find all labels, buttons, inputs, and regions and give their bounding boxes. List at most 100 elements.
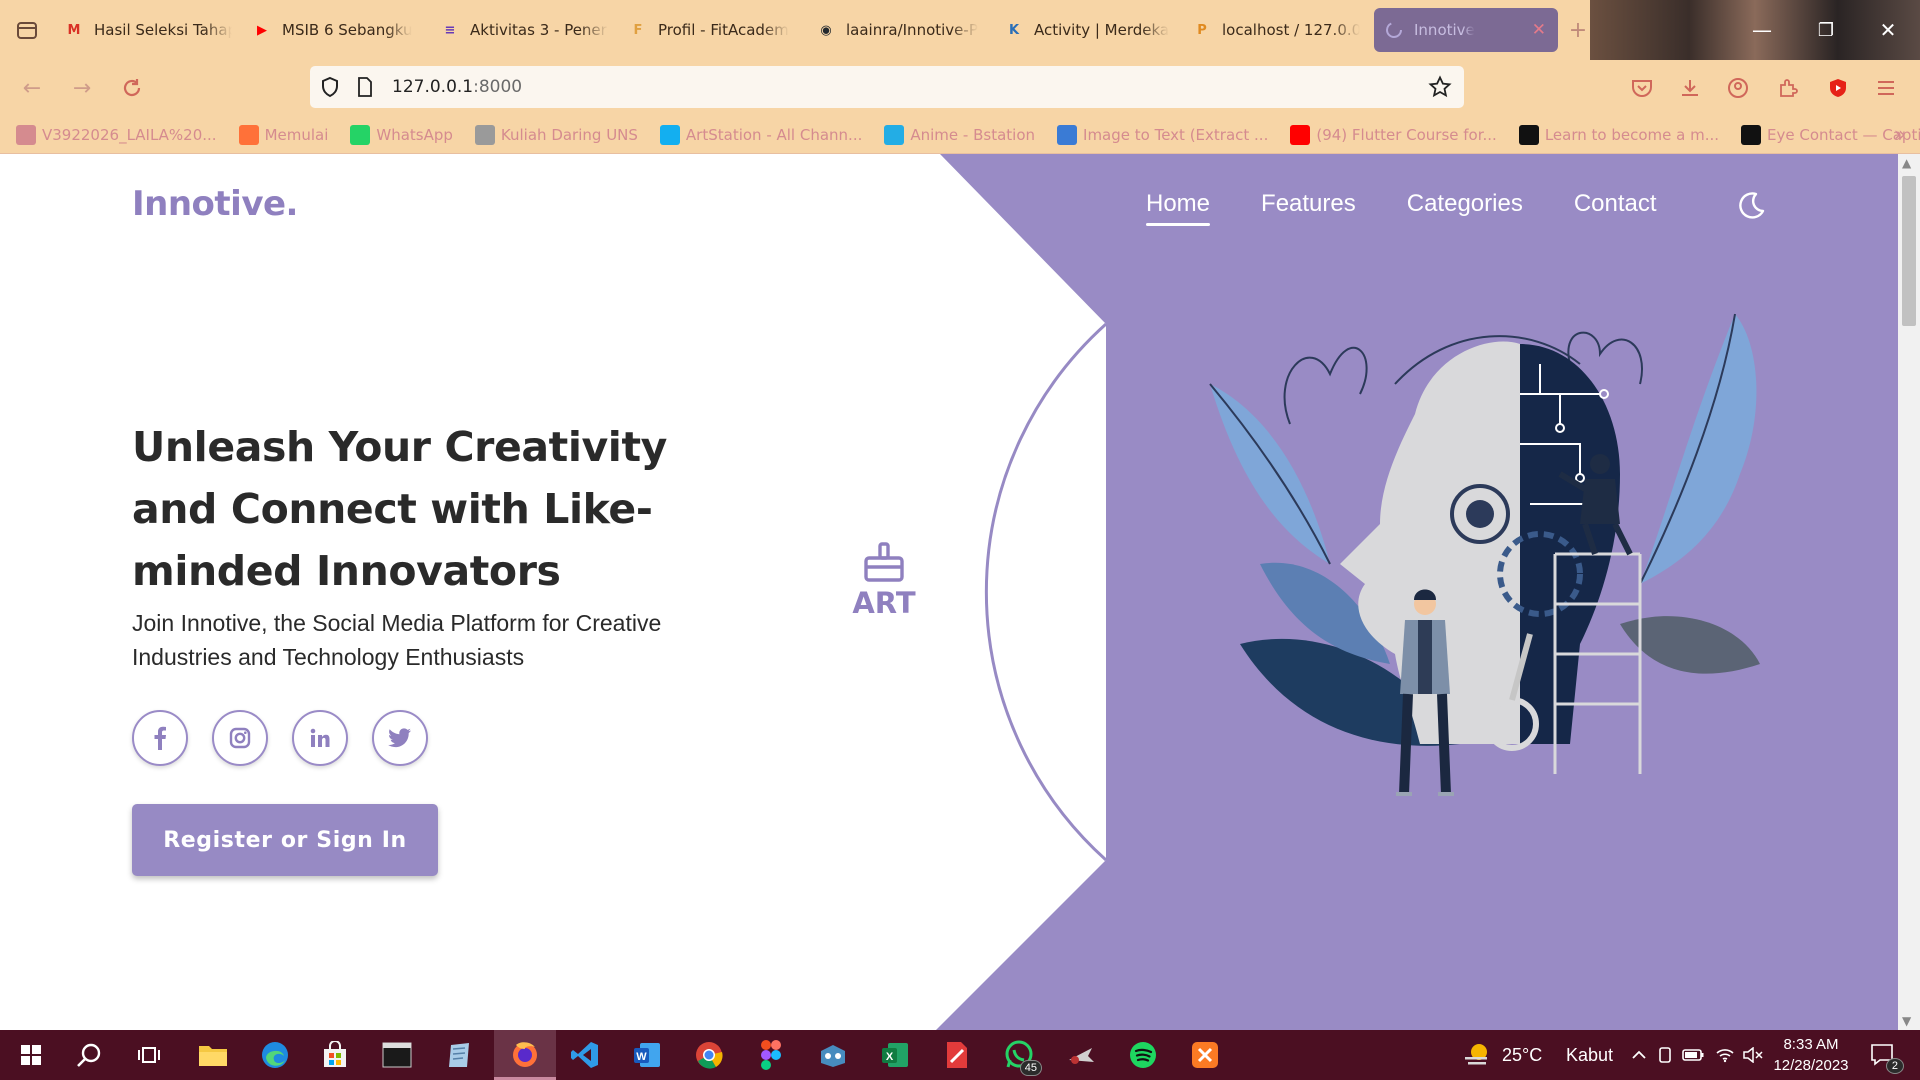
site-logo[interactable]: Innotive. <box>132 184 298 224</box>
app-menu-icon[interactable] <box>1874 76 1898 100</box>
task-view-icon <box>138 1047 160 1063</box>
linkedin-icon <box>310 728 330 747</box>
nav-link-home[interactable]: Home <box>1146 190 1211 226</box>
url-text: 127.0.0.1:8000 <box>392 77 523 97</box>
search-button[interactable] <box>72 1038 106 1072</box>
bookmark-item[interactable]: Image to Text (Extract ... <box>1057 124 1268 145</box>
scrollbar-thumb[interactable] <box>1902 176 1916 326</box>
search-icon <box>77 1043 101 1067</box>
linkedin-link[interactable] <box>292 710 348 766</box>
tracking-protection-shield-icon[interactable] <box>320 76 340 102</box>
bstation-icon <box>884 124 905 145</box>
clock-time[interactable]: 8:33 AM <box>1772 1036 1850 1053</box>
bookmark-item[interactable]: Kuliah Daring UNS <box>474 124 638 145</box>
close-tab-icon[interactable]: ✕ <box>1532 20 1546 40</box>
twitter-link[interactable] <box>372 710 428 766</box>
word-icon: W <box>634 1043 660 1067</box>
tab-innotive[interactable]: Innotive ✕ <box>1374 8 1558 52</box>
xampp-app[interactable] <box>1188 1038 1222 1072</box>
weather-temp[interactable]: 25°C <box>1502 1045 1542 1066</box>
notification-center-button[interactable]: 2 <box>1866 1038 1904 1074</box>
microsoft-store-app[interactable] <box>318 1038 352 1072</box>
clock-date[interactable]: 12/28/2023 <box>1772 1057 1850 1074</box>
bookmark-item[interactable]: WhatsApp <box>350 124 453 145</box>
account-icon[interactable] <box>1726 76 1750 100</box>
weather-widget[interactable] <box>1460 1038 1494 1072</box>
tab-label: Profil - FitAcadem <box>658 21 789 39</box>
bookmark-item[interactable]: (94) Flutter Course for... <box>1290 124 1497 145</box>
extensions-icon[interactable] <box>1776 76 1800 100</box>
artstation-icon <box>659 124 680 145</box>
snipping-app[interactable] <box>1064 1038 1098 1072</box>
terminal-app[interactable] <box>380 1038 414 1072</box>
word-app[interactable]: W <box>630 1038 664 1072</box>
figma-icon <box>761 1040 781 1070</box>
downloads-icon[interactable] <box>1678 76 1702 100</box>
register-signin-button[interactable]: Register or Sign In <box>132 804 438 876</box>
address-bar[interactable]: 127.0.0.1:8000 <box>310 66 1464 108</box>
scroll-up-arrow-icon[interactable]: ▲ <box>1902 156 1911 170</box>
reload-button[interactable] <box>114 72 150 104</box>
browser-tab[interactable]: ▶ MSIB 6 Sebangku <box>242 8 430 52</box>
bookmark-item[interactable]: Anime - Bstation <box>884 124 1035 145</box>
restore-button[interactable]: ❐ <box>1800 0 1852 60</box>
category-badge-label: ART <box>852 586 916 620</box>
close-window-button[interactable]: ✕ <box>1862 0 1914 60</box>
bookmark-item[interactable]: Learn to become a m... <box>1518 124 1719 145</box>
site-navigation: Home Features Categories Contact <box>1146 190 1657 226</box>
excel-app[interactable]: X <box>878 1038 912 1072</box>
scroll-down-arrow-icon[interactable]: ▼ <box>1902 1014 1911 1028</box>
start-button[interactable] <box>14 1038 48 1072</box>
gmail-icon: M <box>67 22 81 38</box>
vscode-app[interactable] <box>568 1038 602 1072</box>
chrome-app[interactable] <box>692 1038 726 1072</box>
category-badge-art[interactable]: ART <box>852 540 916 620</box>
tab-label: Aktivitas 3 - Penera <box>470 21 608 39</box>
page-scrollbar[interactable]: ▲ ▼ <box>1898 154 1920 1030</box>
youtube-extension-icon[interactable] <box>1826 76 1850 100</box>
tab-label: MSIB 6 Sebangku <box>282 21 413 39</box>
bookmark-star-icon[interactable] <box>1428 75 1452 103</box>
task-view-button[interactable] <box>132 1038 166 1072</box>
browser-tab[interactable]: ◉ laainra/Innotive-P <box>806 8 994 52</box>
dark-mode-toggle[interactable] <box>1734 189 1768 223</box>
page-info-icon[interactable] <box>356 76 374 102</box>
facebook-link[interactable] <box>132 710 188 766</box>
list-all-tabs-button[interactable] <box>0 0 54 60</box>
bookmark-label: ArtStation - All Chann... <box>685 125 863 144</box>
godot-app[interactable] <box>816 1038 850 1072</box>
figma-app[interactable] <box>754 1038 788 1072</box>
volume-muted-icon[interactable] <box>1736 1038 1770 1072</box>
phpmyadmin-icon: P <box>1197 22 1207 38</box>
more-bookmarks-chevron-icon[interactable]: » <box>1894 122 1906 146</box>
pocket-icon[interactable] <box>1630 76 1654 100</box>
github-icon: ◉ <box>820 22 832 38</box>
nav-link-contact[interactable]: Contact <box>1574 190 1657 224</box>
nav-link-features[interactable]: Features <box>1261 190 1356 224</box>
battery-icon[interactable] <box>1676 1038 1710 1072</box>
browser-tab[interactable]: K Activity | Merdeka <box>994 8 1182 52</box>
firefox-app[interactable] <box>494 1030 556 1080</box>
browser-tab[interactable]: ≡ Aktivitas 3 - Penera <box>430 8 618 52</box>
edge-app[interactable] <box>258 1038 292 1072</box>
forward-button[interactable]: → <box>64 72 100 104</box>
browser-tab[interactable]: Plocalhost / 127.0.0 <box>1182 8 1370 52</box>
browser-tab[interactable]: F Profil - FitAcadem <box>618 8 806 52</box>
back-button[interactable]: ← <box>14 72 50 104</box>
notepad-app[interactable] <box>442 1038 476 1072</box>
spotify-app[interactable] <box>1126 1038 1160 1072</box>
whatsapp-app[interactable]: 45 <box>1002 1038 1042 1076</box>
bookmark-item[interactable]: V3922026_LAILA%20... <box>16 124 217 145</box>
minimize-button[interactable]: — <box>1736 0 1788 60</box>
globe-icon <box>16 124 36 145</box>
weather-description[interactable]: Kabut <box>1566 1045 1613 1066</box>
pdf-editor-app[interactable] <box>940 1038 974 1072</box>
bookmark-item[interactable]: Memulai <box>238 124 328 145</box>
instagram-link[interactable] <box>212 710 268 766</box>
notification-count-badge: 2 <box>1885 1058 1904 1074</box>
nav-link-categories[interactable]: Categories <box>1407 190 1523 224</box>
bookmark-item[interactable]: ArtStation - All Chann... <box>659 124 863 145</box>
browser-tab[interactable]: M Hasil Seleksi Tahap <box>54 8 242 52</box>
youtube-icon <box>1290 124 1311 145</box>
file-explorer-app[interactable] <box>196 1038 230 1072</box>
